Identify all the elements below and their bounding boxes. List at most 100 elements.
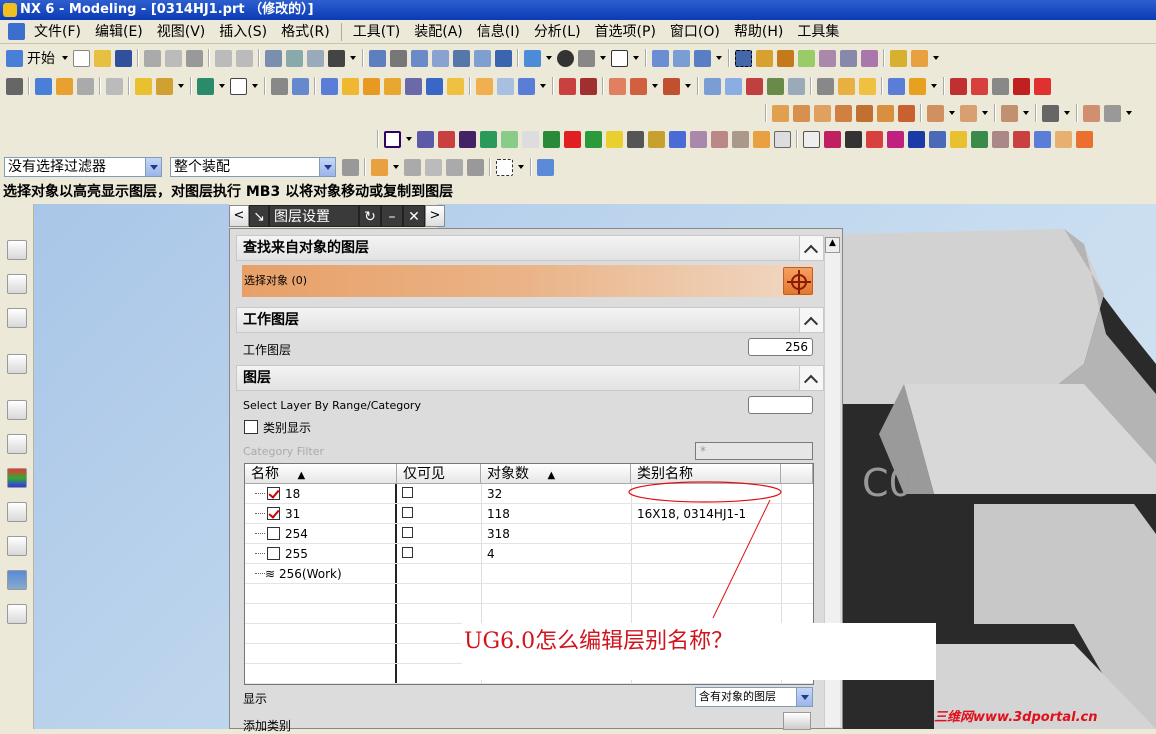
visible-only-checkbox[interactable] (402, 547, 413, 558)
cut-icon[interactable] (144, 49, 161, 67)
show-hide-icon[interactable] (307, 49, 324, 67)
roles-icon[interactable] (7, 536, 27, 556)
close-icon[interactable]: ✕ (403, 205, 425, 227)
subtract-icon[interactable] (342, 77, 359, 95)
clearance-icon[interactable] (960, 104, 977, 122)
wcs-icon[interactable] (652, 49, 669, 67)
pan-icon[interactable] (474, 49, 491, 67)
selection-scope-select[interactable]: 整个装配 (170, 157, 336, 177)
cam-icon[interactable] (971, 130, 988, 148)
box-icon[interactable] (585, 130, 602, 148)
visible-in-view-icon[interactable] (459, 130, 476, 148)
sketch-icon[interactable] (35, 77, 52, 95)
zoom-in-out-icon[interactable] (411, 49, 428, 67)
visible-only-checkbox[interactable] (402, 507, 413, 518)
collapse-icon[interactable] (799, 236, 823, 260)
render-style-icon[interactable] (524, 49, 541, 67)
highlight-icon[interactable] (861, 49, 878, 67)
component-icon[interactable] (971, 77, 988, 95)
fit-view-icon[interactable] (369, 49, 386, 67)
history-palette-icon[interactable] (7, 604, 27, 624)
background-icon[interactable] (578, 49, 595, 67)
offset-surface-icon[interactable] (888, 77, 905, 95)
tab-next-button[interactable]: > (425, 205, 445, 227)
table-row[interactable]: 31 118 16X18, 0314HJ1-1 (245, 504, 813, 524)
perspective-icon[interactable] (495, 49, 512, 67)
minimize-icon[interactable]: – (381, 205, 403, 227)
add-category-button[interactable] (783, 712, 811, 730)
macro-icon[interactable] (866, 130, 883, 148)
sphere-icon[interactable] (292, 77, 309, 95)
udf-icon[interactable] (711, 130, 728, 148)
history-icon[interactable] (7, 400, 27, 420)
table-icon[interactable] (627, 130, 644, 148)
new-file-icon[interactable] (73, 49, 90, 67)
unite-icon[interactable] (321, 77, 338, 95)
plot-icon[interactable] (1013, 130, 1030, 148)
find-layer-section[interactable]: 查找来自对象的图层 (236, 235, 824, 261)
col-count-header[interactable]: 对象数 ▲ (481, 464, 631, 484)
menu-file[interactable]: 文件(F) (27, 20, 88, 44)
open-folder-icon[interactable] (94, 49, 111, 67)
table-row[interactable]: 255 4 (245, 544, 813, 564)
save-icon[interactable] (115, 49, 132, 67)
cylinder-icon[interactable] (606, 130, 623, 148)
sew-icon[interactable] (767, 77, 784, 95)
ruler-icon[interactable] (890, 49, 907, 67)
assembly-nav-icon[interactable] (6, 77, 23, 95)
binoculars-icon[interactable] (328, 49, 345, 67)
menu-window[interactable]: 窗口(O) (663, 20, 727, 44)
layer-visible-checkbox[interactable] (267, 527, 280, 540)
undo-icon[interactable] (215, 49, 232, 67)
show-all-icon[interactable] (522, 130, 539, 148)
move-face-icon[interactable] (518, 77, 535, 95)
start-button[interactable]: 开始 (27, 48, 55, 68)
reuse-library-icon[interactable] (7, 354, 27, 374)
sequence-icon[interactable] (1001, 104, 1018, 122)
select-feature-icon[interactable] (446, 158, 463, 176)
section-icon[interactable] (819, 49, 836, 67)
rotate-icon[interactable] (453, 49, 470, 67)
grip-icon[interactable] (887, 130, 904, 148)
link-icon[interactable] (1083, 104, 1100, 122)
attribute-icon[interactable] (732, 130, 749, 148)
layer-category-icon[interactable] (438, 130, 455, 148)
split-body-icon[interactable] (405, 77, 422, 95)
line-icon[interactable] (559, 77, 576, 95)
collapse-icon[interactable] (799, 366, 823, 390)
curve-icon[interactable] (609, 77, 626, 95)
system-materials-icon[interactable] (7, 434, 27, 454)
edit-feature-icon[interactable] (909, 77, 926, 95)
knowledge-icon[interactable] (908, 130, 925, 148)
shade-icon[interactable] (557, 49, 574, 67)
image-icon[interactable] (753, 130, 770, 148)
view-orient-icon[interactable] (611, 49, 628, 67)
print-icon[interactable] (1055, 130, 1072, 148)
explode-icon[interactable] (1034, 77, 1051, 95)
assembly-constraints-icon[interactable] (877, 104, 894, 122)
magnify-icon[interactable] (432, 49, 449, 67)
drawing-icon[interactable] (803, 130, 820, 148)
analysis-icon[interactable] (798, 49, 815, 67)
visible-only-checkbox[interactable] (402, 487, 413, 498)
measure-icon[interactable] (777, 49, 794, 67)
extrude-icon[interactable] (56, 77, 73, 95)
journal-icon[interactable] (845, 130, 862, 148)
trim-sheet-icon[interactable] (838, 77, 855, 95)
pattern-icon[interactable] (476, 77, 493, 95)
replace-component-icon[interactable] (835, 104, 852, 122)
process-studio-icon[interactable] (7, 502, 27, 522)
menu-analysis[interactable]: 分析(L) (527, 20, 588, 44)
extract-icon[interactable] (817, 77, 834, 95)
wcs-origin-icon[interactable] (673, 49, 690, 67)
snap-point-icon[interactable] (756, 49, 773, 67)
menu-edit[interactable]: 编辑(E) (88, 20, 150, 44)
visible-only-checkbox[interactable] (402, 527, 413, 538)
offset-face-icon[interactable] (426, 77, 443, 95)
object-display-icon[interactable] (286, 49, 303, 67)
constraint-icon[interactable] (1013, 77, 1030, 95)
help-cursor-icon[interactable] (824, 130, 841, 148)
category-display-checkbox[interactable] (244, 420, 258, 434)
menu-assemblies[interactable]: 装配(A) (407, 20, 470, 44)
mirror-icon[interactable] (497, 77, 514, 95)
